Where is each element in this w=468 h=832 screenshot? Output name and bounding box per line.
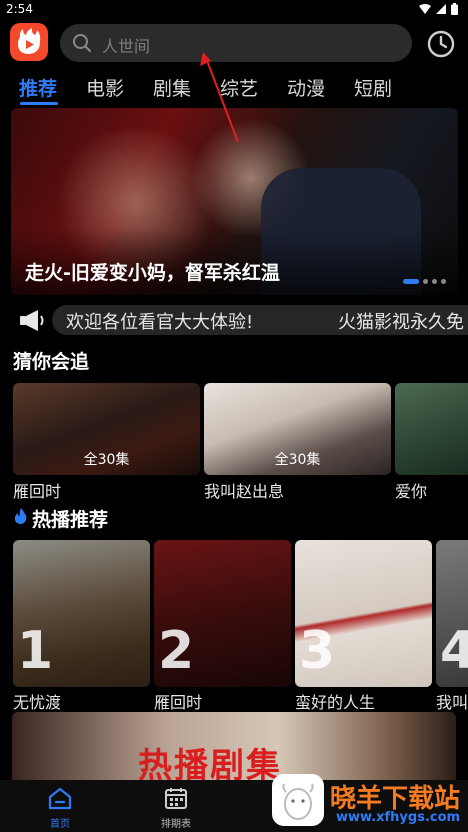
video-card[interactable]: 4 <box>436 540 468 687</box>
rank-number: 4 <box>440 621 468 681</box>
search-placeholder: 人世间 <box>102 37 151 56</box>
sheep-icon <box>282 783 314 820</box>
section-title-guess: 猜你会追 <box>13 351 90 373</box>
site-watermark: 晓羊下载站 www.xfhygs.com <box>272 772 468 828</box>
video-card[interactable]: 2 <box>154 540 291 687</box>
announcement-bar[interactable]: 欢迎各位看官大大体验! 火猫影视永久免 <box>14 305 468 335</box>
rank-number: 1 <box>17 621 54 681</box>
video-title[interactable]: 爱你 <box>395 478 427 502</box>
tab-movie[interactable]: 电影 <box>86 74 124 101</box>
video-title[interactable]: 雁回时 <box>154 689 202 713</box>
video-title[interactable]: 雁回时 <box>13 478 61 502</box>
video-card[interactable]: 1 <box>13 540 150 687</box>
megaphone-icon <box>20 310 44 331</box>
home-icon <box>48 787 72 810</box>
nav-schedule[interactable]: 排期表 <box>146 786 206 830</box>
announcement-text: 欢迎各位看官大大体验! <box>66 312 254 333</box>
pagination-dot <box>432 279 437 284</box>
rank-number: 3 <box>299 621 336 681</box>
nav-schedule-label: 排期表 <box>161 819 191 830</box>
pagination-dot-active <box>403 279 419 284</box>
hero-banner[interactable]: 走火-旧爱变小妈，督军杀红温 <box>11 108 458 295</box>
status-time: 2:54 <box>6 2 33 16</box>
video-title[interactable]: 无忧渡 <box>13 689 61 713</box>
category-tabs: 推荐 电影 剧集 综艺 动漫 短剧 <box>0 70 468 106</box>
nav-home[interactable]: 首页 <box>30 786 90 830</box>
episode-badge: 全30集 <box>274 452 321 468</box>
video-card[interactable]: 全30集 <box>204 383 391 475</box>
tab-recommend[interactable]: 推荐 <box>19 74 57 101</box>
nav-home-label: 首页 <box>50 819 70 830</box>
tab-variety[interactable]: 综艺 <box>220 74 258 101</box>
tab-anime[interactable]: 动漫 <box>287 74 325 101</box>
video-title[interactable]: 我叫 <box>436 689 468 713</box>
section-title-hot: 热播推荐 <box>32 509 109 531</box>
battery-icon <box>451 3 458 15</box>
history-clock-icon[interactable] <box>426 29 456 59</box>
video-card[interactable] <box>395 383 468 475</box>
pagination-dot <box>423 279 428 284</box>
video-card[interactable]: 3 <box>295 540 432 687</box>
announcement-text: 火猫影视永久免 <box>338 312 464 333</box>
status-icons <box>419 3 458 15</box>
status-bar: 2:54 <box>0 0 468 18</box>
video-card[interactable]: 全30集 <box>13 383 200 475</box>
active-tab-indicator <box>20 102 58 105</box>
signal-icon <box>436 4 446 14</box>
banner-pagination <box>403 279 446 284</box>
announcement-track: 欢迎各位看官大大体验! 火猫影视永久免 <box>52 305 468 335</box>
banner-title: 走火-旧爱变小妈，督军杀红温 <box>25 262 280 284</box>
search-icon <box>73 34 91 52</box>
rank-number: 2 <box>158 621 195 681</box>
sheep-logo-icon <box>272 774 324 826</box>
promo-title: 热播剧集 <box>138 746 282 782</box>
pagination-dot <box>441 279 446 284</box>
search-bar[interactable]: 人世间 <box>60 24 412 62</box>
episode-badge: 全30集 <box>83 452 130 468</box>
tab-series[interactable]: 剧集 <box>153 74 191 101</box>
wifi-icon <box>419 4 431 14</box>
video-title[interactable]: 我叫赵出息 <box>204 478 284 502</box>
top-bar: 人世间 <box>0 20 468 66</box>
watermark-url: www.xfhygs.com <box>336 810 461 825</box>
app-logo[interactable] <box>10 23 48 61</box>
tab-short-drama[interactable]: 短剧 <box>354 74 392 101</box>
flame-logo-icon <box>18 28 41 54</box>
calendar-icon <box>165 788 187 809</box>
video-title[interactable]: 蛮好的人生 <box>295 689 375 713</box>
fire-icon <box>14 508 27 524</box>
